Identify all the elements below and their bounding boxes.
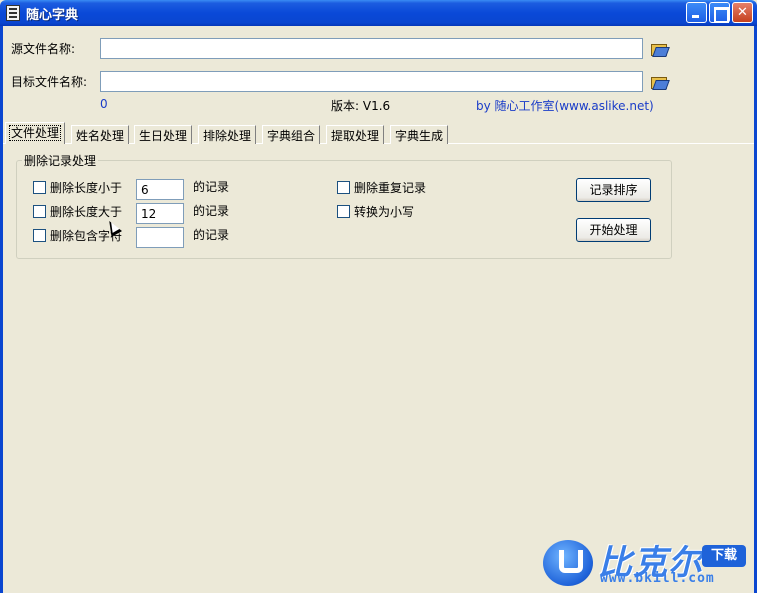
source-file-label: 源文件名称: xyxy=(11,42,76,56)
watermark-logo-icon xyxy=(543,540,593,586)
tab-label: 提取处理 xyxy=(331,129,380,143)
tab-label: 字典组合 xyxy=(267,129,316,143)
min-length-input[interactable] xyxy=(136,179,184,200)
open-folder-icon[interactable] xyxy=(650,74,668,90)
delete-longer-checkbox[interactable] xyxy=(33,205,46,218)
watermark-badge: 下载 xyxy=(702,545,746,567)
credit-link: by 随心工作室(www.aslike.net) xyxy=(476,99,654,113)
app-icon xyxy=(6,5,20,21)
version-label: 版本: V1.6 xyxy=(331,99,391,113)
open-folder-icon[interactable] xyxy=(650,41,668,57)
target-file-label: 目标文件名称: xyxy=(11,75,88,89)
tab-label: 文件处理 xyxy=(8,125,62,141)
record-count: 0 xyxy=(100,97,108,111)
source-file-input[interactable] xyxy=(100,38,643,59)
delete-shorter-checkbox[interactable] xyxy=(33,181,46,194)
delete-longer-label: 删除长度大于 xyxy=(50,205,123,219)
tab-dictionary-combine[interactable]: 字典组合 xyxy=(262,125,321,144)
records-suffix-label: 的记录 xyxy=(193,180,230,194)
window-frame-left xyxy=(0,26,3,593)
window-title: 随心字典 xyxy=(26,8,79,23)
start-processing-button[interactable]: 开始处理 xyxy=(576,218,651,242)
tab-file-processing[interactable]: 文件处理 xyxy=(5,122,66,144)
delete-duplicates-label: 删除重复记录 xyxy=(354,181,427,195)
tab-label: 排除处理 xyxy=(203,129,252,143)
tab-exclude-processing[interactable]: 排除处理 xyxy=(198,125,257,144)
to-lowercase-label: 转换为小写 xyxy=(354,205,415,219)
to-lowercase-checkbox[interactable] xyxy=(337,205,350,218)
close-button[interactable]: ✕ xyxy=(732,2,753,23)
group-title: 删除记录处理 xyxy=(22,152,99,169)
tab-dictionary-generate[interactable]: 字典生成 xyxy=(390,125,449,144)
target-file-input[interactable] xyxy=(100,71,643,92)
records-suffix-label: 的记录 xyxy=(193,228,230,242)
delete-duplicates-checkbox[interactable] xyxy=(337,181,350,194)
tab-label: 生日处理 xyxy=(139,129,188,143)
title-bar: 随心字典 ✕ xyxy=(0,0,757,26)
minimize-button[interactable] xyxy=(686,2,707,23)
tab-label: 姓名处理 xyxy=(76,129,125,143)
tab-birthday-processing[interactable]: 生日处理 xyxy=(134,125,193,144)
contains-char-input[interactable] xyxy=(136,227,184,248)
tab-label: 字典生成 xyxy=(395,129,444,143)
sort-records-button[interactable]: 记录排序 xyxy=(576,178,651,202)
maximize-button[interactable] xyxy=(709,2,730,23)
tab-extract-processing[interactable]: 提取处理 xyxy=(326,125,385,144)
records-suffix-label: 的记录 xyxy=(193,204,230,218)
delete-containing-checkbox[interactable] xyxy=(33,229,46,242)
tab-name-processing[interactable]: 姓名处理 xyxy=(71,125,130,144)
close-icon: ✕ xyxy=(737,5,748,20)
watermark-url: www.bkill.com xyxy=(600,571,715,586)
max-length-input[interactable] xyxy=(136,203,184,224)
delete-shorter-label: 删除长度小于 xyxy=(50,181,123,195)
